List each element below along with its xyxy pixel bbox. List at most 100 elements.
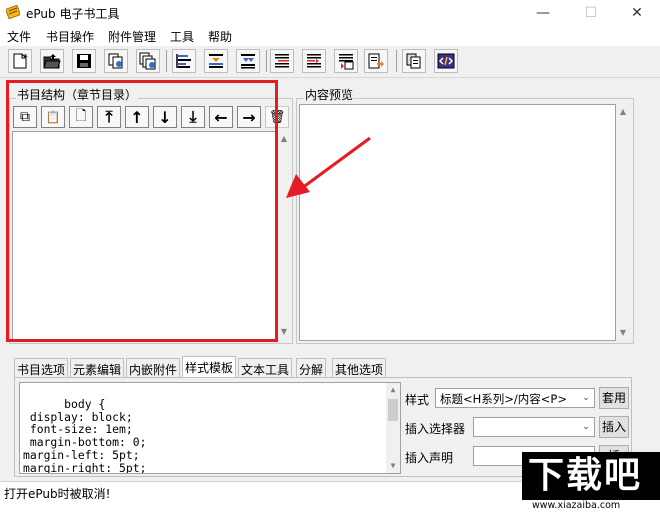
css-editor-scrollbar[interactable]: ▲ ▼ bbox=[386, 383, 400, 473]
menu-help[interactable]: 帮助 bbox=[208, 28, 232, 45]
structure-move-up-button[interactable]: ↑ bbox=[125, 106, 149, 128]
scroll-thumb[interactable] bbox=[388, 399, 398, 421]
sort-down-button[interactable] bbox=[236, 49, 260, 73]
insert-declaration-label: 插入声明 bbox=[405, 451, 454, 465]
structure-delete-button[interactable]: 🗑 bbox=[265, 106, 289, 128]
document-list-button[interactable] bbox=[334, 49, 358, 73]
document-export-icon bbox=[368, 53, 384, 69]
scroll-down-icon[interactable]: ▼ bbox=[278, 326, 290, 338]
copy-icon: ⧉ bbox=[20, 109, 30, 125]
new-document-button[interactable] bbox=[8, 49, 32, 73]
chevron-down-icon: ⌄ bbox=[582, 422, 590, 432]
tab-decompose[interactable]: 分解 bbox=[296, 358, 327, 378]
move-left-icon: ← bbox=[214, 107, 228, 127]
structure-paste-button[interactable]: 📋 bbox=[41, 106, 65, 128]
tab-element-edit[interactable]: 元素编辑 bbox=[70, 358, 125, 378]
maximize-button[interactable]: ☐ bbox=[568, 0, 614, 26]
document-list-icon bbox=[339, 54, 354, 70]
copy-document-icon bbox=[406, 53, 421, 69]
document-export-button[interactable] bbox=[364, 49, 388, 73]
watermark-logo: 下载吧 www.xiazaiba.com bbox=[522, 452, 660, 512]
new-document-icon bbox=[13, 53, 28, 69]
toolbar-separator bbox=[166, 50, 167, 72]
text-lines-icon bbox=[275, 54, 289, 68]
structure-move-bottom-button[interactable]: ⤓ bbox=[181, 106, 205, 128]
structure-group-title: 书目结构（章节目录） bbox=[16, 86, 139, 103]
style-label: 样式 bbox=[405, 393, 430, 407]
scroll-up-icon[interactable]: ▲ bbox=[387, 384, 399, 396]
menu-file[interactable]: 文件 bbox=[7, 28, 31, 45]
move-bottom-icon: ⤓ bbox=[189, 107, 197, 126]
tab-book-options[interactable]: 书目选项 bbox=[14, 358, 69, 378]
style-select-value: 标题<H系列>/内容<P> bbox=[440, 392, 567, 406]
annotation-arrow bbox=[286, 136, 371, 198]
menu-attachment-management[interactable]: 附件管理 bbox=[108, 28, 156, 45]
move-up-icon: ↑ bbox=[130, 107, 144, 127]
code-tag-icon bbox=[437, 53, 455, 69]
structure-move-left-button[interactable]: ← bbox=[209, 106, 233, 128]
style-select[interactable]: 标题<H系列>/内容<P> ⌄ bbox=[435, 388, 595, 408]
move-right-icon: → bbox=[242, 107, 256, 127]
text-lines-button[interactable] bbox=[270, 49, 294, 73]
copy-pages-icon bbox=[108, 53, 123, 69]
minimize-button[interactable]: — bbox=[520, 0, 566, 26]
sort-down-icon bbox=[241, 54, 255, 69]
code-tag-button[interactable] bbox=[434, 49, 458, 73]
chevron-down-icon: ⌄ bbox=[582, 393, 590, 403]
preview-scrollbar[interactable]: ▲ ▼ bbox=[617, 104, 630, 341]
apply-style-button[interactable]: 套用 bbox=[599, 387, 629, 409]
scroll-down-icon[interactable]: ▼ bbox=[387, 460, 399, 472]
title-bar: ePub 电子书工具 — ☐ ✕ bbox=[0, 0, 660, 26]
watermark-text: 下载吧 bbox=[528, 455, 643, 496]
paste-icon: 📋 bbox=[45, 110, 61, 124]
tab-text-tools[interactable]: 文本工具 bbox=[238, 358, 293, 378]
toolbar-separator bbox=[266, 50, 267, 72]
copy-pages-button[interactable] bbox=[104, 49, 128, 73]
main-toolbar bbox=[0, 46, 660, 78]
structure-move-top-button[interactable]: ⤒ bbox=[97, 106, 121, 128]
css-editor[interactable]: body { display: block; font-size: 1em; m… bbox=[19, 382, 401, 474]
structure-new-page-button[interactable]: 🗋 bbox=[69, 106, 93, 128]
text-indent-icon bbox=[307, 54, 321, 68]
trash-icon: 🗑 bbox=[268, 109, 286, 125]
text-indent-button[interactable] bbox=[302, 49, 326, 73]
multi-copy-button[interactable] bbox=[136, 49, 160, 73]
structure-tree-view[interactable] bbox=[12, 131, 276, 340]
preview-group-title: 内容预览 bbox=[304, 86, 355, 103]
menu-book-operations[interactable]: 书目操作 bbox=[46, 28, 94, 45]
move-top-icon: ⤒ bbox=[105, 107, 113, 126]
selector-select[interactable]: ⌄ bbox=[473, 417, 595, 437]
structure-move-right-button[interactable]: → bbox=[237, 106, 261, 128]
indent-list-icon bbox=[209, 54, 223, 68]
copy-document-button[interactable] bbox=[402, 49, 426, 73]
open-folder-icon bbox=[43, 54, 61, 69]
insert-selector-button[interactable]: 插入 bbox=[599, 416, 629, 438]
tab-embedded-attachments[interactable]: 内嵌附件 bbox=[126, 358, 181, 378]
app-window: ePub 电子书工具 — ☐ ✕ 文件 书目操作 附件管理 工具 帮助 书目结构… bbox=[0, 0, 660, 512]
window-title: ePub 电子书工具 bbox=[26, 7, 120, 21]
align-bars-button[interactable] bbox=[172, 49, 196, 73]
toolbar-separator bbox=[396, 50, 397, 72]
structure-copy-button[interactable]: ⧉ bbox=[13, 106, 37, 128]
css-code-text: body { display: block; font-size: 1em; m… bbox=[23, 396, 147, 474]
tab-style-template[interactable]: 样式模板 bbox=[182, 356, 237, 379]
close-button[interactable]: ✕ bbox=[614, 0, 660, 26]
new-page-icon: 🗋 bbox=[75, 108, 87, 124]
status-text: 打开ePub时被取消! bbox=[4, 487, 111, 501]
watermark-site: www.xiazaiba.com bbox=[530, 500, 623, 511]
structure-move-down-button[interactable]: ↓ bbox=[153, 106, 177, 128]
scroll-up-icon[interactable]: ▲ bbox=[617, 106, 629, 118]
open-folder-button[interactable] bbox=[40, 49, 64, 73]
scroll-down-icon[interactable]: ▼ bbox=[617, 327, 629, 339]
insert-selector-label: 插入选择器 bbox=[405, 422, 466, 436]
tab-other-options[interactable]: 其他选项 bbox=[332, 358, 387, 378]
align-bars-icon bbox=[176, 54, 191, 68]
multi-copy-icon bbox=[139, 52, 156, 70]
menu-tools[interactable]: 工具 bbox=[170, 28, 194, 45]
menu-bar: 文件 书目操作 附件管理 工具 帮助 bbox=[0, 26, 660, 46]
save-button[interactable] bbox=[72, 49, 96, 73]
app-icon bbox=[6, 5, 20, 19]
move-down-icon: ↓ bbox=[158, 107, 172, 127]
save-disk-icon bbox=[77, 54, 91, 68]
indent-list-button[interactable] bbox=[204, 49, 228, 73]
